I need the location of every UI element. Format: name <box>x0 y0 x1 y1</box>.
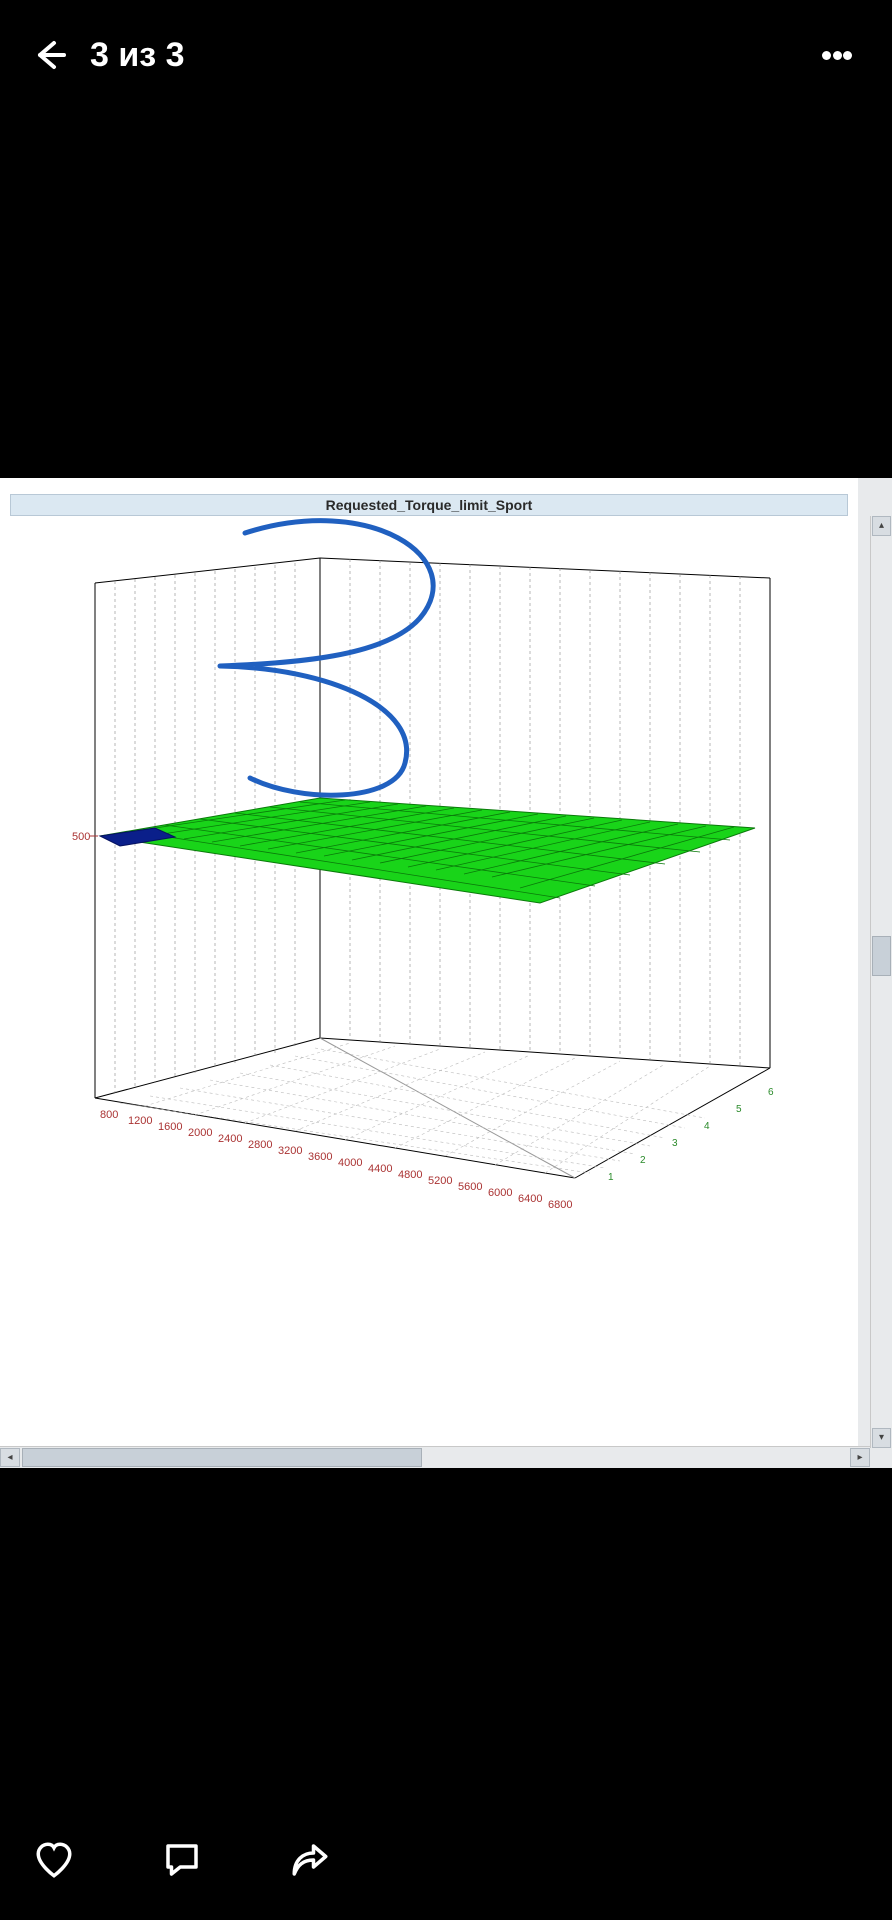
surface-plane <box>100 798 755 903</box>
y-axis-ticks: 1 2 3 4 5 6 <box>608 1087 774 1183</box>
share-icon <box>289 1839 331 1881</box>
svg-text:5: 5 <box>736 1104 742 1115</box>
z-tick-500: 500 <box>72 831 90 843</box>
svg-text:2400: 2400 <box>218 1133 242 1145</box>
svg-text:1200: 1200 <box>128 1115 152 1127</box>
chart-window: Requested_Torque_limit_Sport <box>0 478 858 1448</box>
svg-text:4800: 4800 <box>398 1169 422 1181</box>
surface-plot-3d: 500 800 1200 1600 2000 2400 2800 3200 36… <box>0 478 858 1408</box>
svg-text:3: 3 <box>672 1138 678 1149</box>
svg-text:2800: 2800 <box>248 1139 272 1151</box>
share-button[interactable] <box>286 1836 334 1884</box>
svg-text:4: 4 <box>704 1121 710 1132</box>
horizontal-scrollbar[interactable]: ◂ ▸ <box>0 1446 870 1468</box>
svg-text:6400: 6400 <box>518 1193 542 1205</box>
svg-text:3600: 3600 <box>308 1151 332 1163</box>
svg-text:6800: 6800 <box>548 1199 572 1211</box>
like-button[interactable] <box>30 1836 78 1884</box>
comment-icon <box>161 1839 203 1881</box>
page-counter: 3 из 3 <box>90 36 822 75</box>
image-viewer[interactable]: Requested_Torque_limit_Sport <box>0 478 892 1468</box>
arrow-left-icon <box>32 37 68 73</box>
vertical-scrollbar[interactable]: ▴ ▾ <box>870 516 892 1448</box>
back-icon[interactable] <box>30 35 70 75</box>
more-icon[interactable] <box>822 48 862 62</box>
scroll-thumb-vertical[interactable] <box>872 936 891 976</box>
svg-text:3200: 3200 <box>278 1145 302 1157</box>
scroll-down-button[interactable]: ▾ <box>872 1428 891 1448</box>
svg-text:4400: 4400 <box>368 1163 392 1175</box>
bottom-bar <box>0 1800 892 1920</box>
chevron-left-icon: ◂ <box>7 1453 12 1463</box>
svg-text:5600: 5600 <box>458 1181 482 1193</box>
chevron-right-icon: ▸ <box>857 1453 862 1463</box>
svg-text:1600: 1600 <box>158 1121 182 1133</box>
svg-text:2000: 2000 <box>188 1127 212 1139</box>
svg-text:5200: 5200 <box>428 1175 452 1187</box>
svg-text:2: 2 <box>640 1155 646 1166</box>
scroll-up-button[interactable]: ▴ <box>872 516 891 536</box>
svg-text:6000: 6000 <box>488 1187 512 1199</box>
chevron-up-icon: ▴ <box>879 521 884 531</box>
top-bar: 3 из 3 <box>0 0 892 110</box>
svg-text:4000: 4000 <box>338 1157 362 1169</box>
svg-text:1: 1 <box>608 1172 614 1183</box>
svg-text:6: 6 <box>768 1087 774 1098</box>
svg-text:800: 800 <box>100 1109 118 1121</box>
scroll-right-button[interactable]: ▸ <box>850 1448 870 1467</box>
chevron-down-icon: ▾ <box>879 1433 884 1443</box>
scroll-left-button[interactable]: ◂ <box>0 1448 20 1467</box>
comment-button[interactable] <box>158 1836 206 1884</box>
scroll-thumb-horizontal[interactable] <box>22 1448 422 1467</box>
heart-icon <box>33 1839 75 1881</box>
